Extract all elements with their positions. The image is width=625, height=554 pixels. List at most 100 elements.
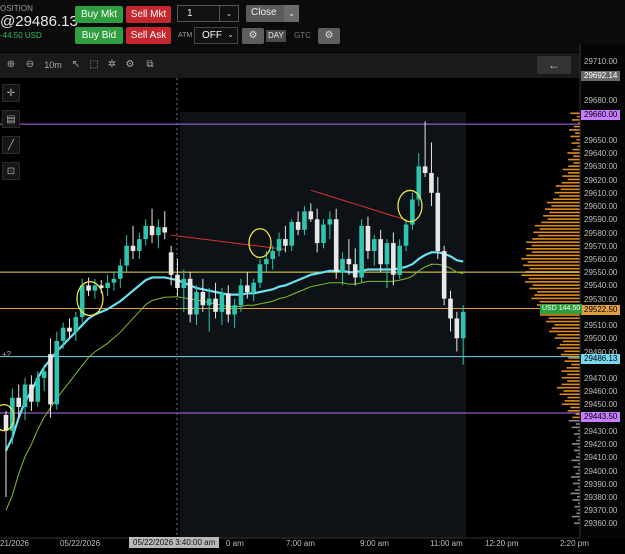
volume-profile-bar: [572, 499, 580, 501]
price-tick-label: 29410.00: [584, 453, 618, 463]
volume-profile-bar: [562, 340, 580, 343]
volume-profile-bar: [554, 191, 580, 194]
volume-profile-bar: [557, 333, 580, 336]
candle-body: [48, 354, 53, 405]
candle-body: [264, 258, 269, 265]
candle-body: [454, 318, 460, 339]
volume-profile-bar: [556, 347, 580, 349]
volume-profile-bar: [529, 287, 580, 290]
volume-profile-bar: [570, 406, 580, 409]
candle-body: [213, 298, 218, 312]
volume-profile-bar: [561, 383, 580, 386]
volume-profile-bar: [548, 317, 580, 320]
volume-profile-bar: [572, 148, 580, 151]
candle-body: [219, 293, 225, 312]
candle-body: [378, 239, 383, 265]
candle-body: [168, 252, 174, 275]
volume-profile-bar: [564, 350, 580, 353]
price-tick-label: 29540.00: [584, 281, 618, 291]
volume-profile-bar: [525, 281, 580, 283]
price-tag-purple-bottom: 29443.50: [581, 412, 621, 422]
candle-body: [137, 239, 142, 252]
candle-body: [314, 219, 320, 244]
candle-body: [143, 225, 148, 240]
candle-body: [105, 282, 110, 289]
price-tick-label: 29370.00: [584, 506, 618, 516]
candle-body: [365, 225, 371, 252]
price-tick-label: 29620.00: [584, 175, 618, 185]
volume-profile-bar: [573, 522, 580, 524]
candle-body: [206, 298, 212, 306]
volume-profile-bar: [531, 297, 580, 300]
volume-profile-bar: [561, 376, 580, 379]
volume-profile-bar: [545, 320, 580, 323]
volume-profile-bar: [562, 168, 580, 171]
volume-profile-bar: [534, 224, 580, 227]
volume-profile-bar: [567, 373, 580, 376]
candle-body: [346, 258, 352, 265]
volume-profile-bar: [575, 423, 580, 425]
volume-profile-bar: [573, 162, 580, 164]
price-tick-label: 29500.00: [584, 334, 618, 344]
candle-body: [327, 219, 333, 225]
volume-profile-bar: [573, 125, 580, 128]
candle-body: [16, 397, 21, 408]
candle-body: [200, 292, 206, 306]
candle-body: [35, 377, 41, 402]
volume-profile-bar: [568, 357, 580, 359]
candle-body: [257, 264, 263, 283]
note-icon[interactable]: ▤: [2, 110, 20, 128]
candle-body: [111, 278, 117, 283]
candle-body: [321, 224, 326, 244]
time-tick-label: 0 am: [226, 539, 244, 548]
time-tick-label: 21/2026: [0, 539, 29, 548]
volume-profile-bar: [573, 466, 580, 468]
volume-profile-bar: [571, 363, 580, 366]
candle-body: [67, 327, 72, 332]
candle-body: [245, 285, 250, 292]
volume-profile-bar: [562, 175, 580, 177]
volume-profile-bar: [538, 234, 580, 237]
price-tick-label: 29420.00: [584, 440, 618, 450]
volume-profile-bar: [533, 231, 580, 234]
volume-profile-bar: [539, 300, 580, 303]
volume-profile-bar: [575, 456, 580, 458]
volume-profile-bar: [572, 416, 580, 419]
candle-body: [175, 274, 180, 289]
volume-profile-bar: [560, 188, 580, 191]
volume-profile-bar: [566, 367, 580, 369]
volume-profile-bar: [567, 178, 580, 181]
candle-body: [29, 384, 34, 402]
candle-body: [422, 166, 428, 173]
volume-profile-bar: [573, 155, 580, 158]
volume-profile-bar: [554, 337, 580, 339]
candle-body: [149, 225, 155, 236]
time-tick-label: 9:00 am: [360, 539, 389, 548]
volume-profile-bar: [570, 476, 580, 478]
candle-body: [295, 221, 301, 230]
price-chart[interactable]: [0, 0, 625, 554]
volume-profile-bar: [568, 172, 580, 174]
volume-profile-bar: [564, 360, 580, 363]
volume-profile-bar: [567, 158, 580, 161]
crosshair-icon[interactable]: ✛: [2, 84, 20, 102]
volume-profile-bar: [521, 274, 580, 277]
price-tick-label: 29510.00: [584, 321, 618, 331]
time-tick-label: 12:20 pm: [485, 539, 519, 548]
volume-profile-bar: [523, 264, 580, 267]
price-tag-top: 29692.14: [581, 71, 621, 81]
candle-body: [73, 317, 79, 332]
candle-body: [435, 192, 441, 252]
draw-line-icon[interactable]: ╱: [2, 136, 20, 154]
lock-icon[interactable]: ⊡: [2, 162, 20, 180]
price-tick-label: 29570.00: [584, 241, 618, 251]
price-tick-label: 29650.00: [584, 135, 618, 145]
volume-profile-bar: [573, 449, 580, 452]
volume-profile-bar: [576, 439, 580, 442]
candle-body: [118, 265, 123, 279]
price-tick-label: 29710.00: [584, 56, 618, 66]
volume-profile-bar: [537, 291, 580, 293]
candle-body: [54, 340, 60, 405]
candle-body: [429, 173, 434, 193]
volume-profile-bar: [571, 515, 580, 518]
